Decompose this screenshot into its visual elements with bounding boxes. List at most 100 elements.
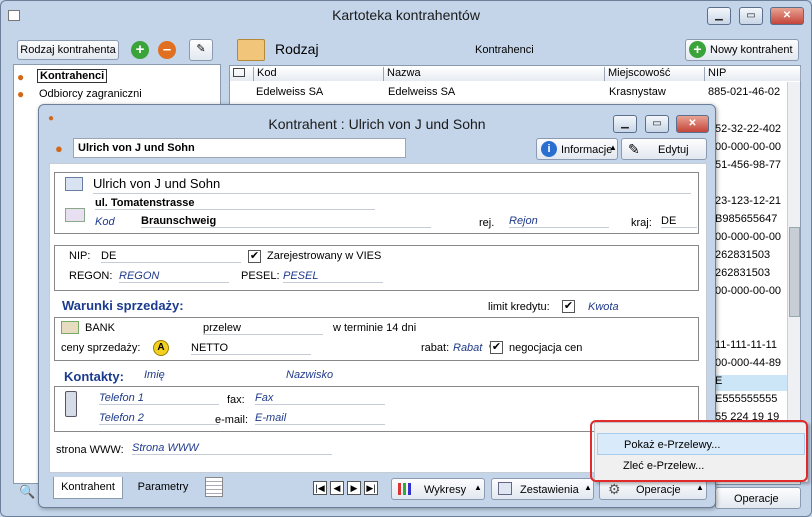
next-record-button[interactable]: ▶ [347,481,361,495]
main-operacje-button[interactable]: Operacje [715,487,801,509]
cell-nip: 23-123-12-21 [715,195,782,207]
payment-term-field[interactable]: w terminie 14 dni [333,322,416,334]
kraj-label: kraj: [631,217,652,229]
kwota-field[interactable]: Kwota [588,301,619,313]
minimize-icon[interactable]: ▁ [707,7,731,25]
cell-nip: 51-456-98-77 [715,159,782,171]
regon-field[interactable]: REGON [119,270,229,283]
limit-checkbox[interactable]: ✔ [562,300,575,313]
kontrahenci-header-label: Kontrahenci [475,44,534,56]
edit-pencil-icon: ✎ [628,141,640,157]
nip-column-rest: 52-32-22-402 00-000-00-00 51-456-98-77 2… [715,123,787,443]
highlight-callout [590,420,808,482]
column-miejscowosc[interactable]: Miejscowość [605,67,705,81]
nowy-kontrahent-label: Nowy kontrahent [710,44,793,56]
prev-record-button[interactable]: ◀ [330,481,344,495]
informacje-button[interactable]: i Informacje ▲ [536,138,618,160]
dropdown-arrow-icon: ▲ [609,143,617,152]
kraj-field[interactable]: DE [661,215,697,228]
negocjacja-label: negocjacja cen [509,342,583,354]
scrollbar-thumb[interactable] [789,227,800,317]
cell-nip: 885-021-46-02 [708,86,781,98]
full-name-field[interactable]: Ulrich von J und Sohn [93,176,691,194]
kontakty-label: Kontakty: [64,369,124,384]
nazwisko-field[interactable]: Nazwisko [286,369,333,381]
fax-field[interactable]: Fax [255,392,385,405]
telefon2-field[interactable]: Telefon 2 [99,412,219,425]
add-icon[interactable]: + [131,41,149,59]
netto-field[interactable]: NETTO [191,342,311,355]
phone-icon [65,391,77,417]
column-nip[interactable]: NIP [705,67,801,81]
tree-item-label: Kontrahenci [37,69,108,83]
region-field[interactable]: Rejon [509,215,609,228]
tab-parametry[interactable]: Parametry [131,477,195,497]
notes-icon[interactable] [205,477,223,497]
operacje-label: Operacje [636,484,681,496]
limit-label: limit kredytu: [488,301,550,313]
vies-checkbox[interactable]: ✔ [248,250,261,263]
cell-nip: 262831503 [715,267,771,279]
column-kod[interactable]: Kod [254,67,384,81]
column-nazwa[interactable]: Nazwa [384,67,605,81]
email-field[interactable]: E-mail [255,412,385,425]
tree-item-odbiorcy[interactable]: ● Odbiorcy zagraniczni [17,87,167,102]
cell-miejscowosc: Krasnystaw [609,86,666,98]
rodzaj-kontrahenta-button[interactable]: Rodzaj kontrahenta [17,40,119,60]
column-checkbox[interactable] [230,67,254,81]
tree-item-kontrahenci[interactable]: ● Kontrahenci [17,68,121,85]
edytuj-button[interactable]: ✎ Edytuj [621,138,707,160]
edit-pencil-icon[interactable]: ✎ [189,39,213,61]
www-field[interactable]: Strona WWW [132,442,332,455]
nip-label: NIP: [69,250,91,262]
name-field[interactable]: Ulrich von J und Sohn [73,138,406,158]
rabat-label: rabat: [421,342,450,354]
maximize-icon[interactable]: ▭ [739,7,763,25]
pesel-field[interactable]: PESEL [283,270,383,283]
street-field[interactable]: ul. Tomatenstrasse [95,197,375,210]
kod-field[interactable]: Kod [95,216,115,228]
company-icon [65,177,83,191]
www-label: strona WWW: [56,444,124,456]
person-icon: ● [17,87,25,101]
report-icon [498,482,512,495]
cell-nip-selected: E [715,375,787,391]
table-row[interactable]: Edelweiss SA Edelweiss SA Krasnystaw 885… [230,85,800,101]
first-record-button[interactable]: |◀ [313,481,327,495]
cell-nip: B985655647 [715,213,778,225]
wykresy-button[interactable]: Wykresy ▲ [391,478,485,500]
minimize-icon[interactable]: ▁ [613,115,637,133]
cell-nip: 11-111-11-11 [715,339,777,351]
cell-nip: 00-000-00-00 [715,141,782,153]
cell-nip: 52-32-22-402 [715,123,782,135]
cell-nip: 262831503 [715,249,771,261]
cell-nip: 00-000-44-89 [715,357,782,369]
negocjacja-checkbox[interactable]: ✔ [490,341,503,354]
telefon1-field[interactable]: Telefon 1 [99,392,219,405]
last-record-button[interactable]: ▶| [364,481,378,495]
tax-group: NIP: DE ✔ Zarejestrowany w VIES REGON: R… [54,245,699,291]
warunki-group: BANK przelew w terminie 14 dni ceny sprz… [54,317,699,361]
close-icon[interactable]: ✕ [676,115,709,133]
informacje-label: Informacje [561,144,613,156]
info-icon: i [541,141,557,157]
zestawienia-button[interactable]: Zestawienia ▲ [491,478,594,500]
maximize-icon[interactable]: ▭ [645,115,669,133]
tab-kontrahent[interactable]: Kontrahent [53,477,123,499]
close-icon[interactable]: ✕ [770,7,804,25]
nip-field[interactable]: DE [101,250,241,263]
remove-icon[interactable]: – [158,41,176,59]
imie-field[interactable]: Imię [144,369,165,381]
nowy-kontrahent-button[interactable]: + Nowy kontrahent [685,39,799,61]
search-icon[interactable]: 🔍 [19,484,35,500]
gear-icon: ⚙ [608,481,621,497]
envelope-icon [65,208,85,222]
app-icon [8,10,20,21]
rodzaj-header-icon [237,39,265,61]
fax-label: fax: [227,394,245,406]
payment-method-field[interactable]: przelew [203,322,323,335]
city-field[interactable]: Braunschweig [141,215,431,228]
pesel-label: PESEL: [241,270,280,282]
zestawienia-label: Zestawienia [520,484,579,496]
bank-field[interactable]: BANK [85,322,115,334]
